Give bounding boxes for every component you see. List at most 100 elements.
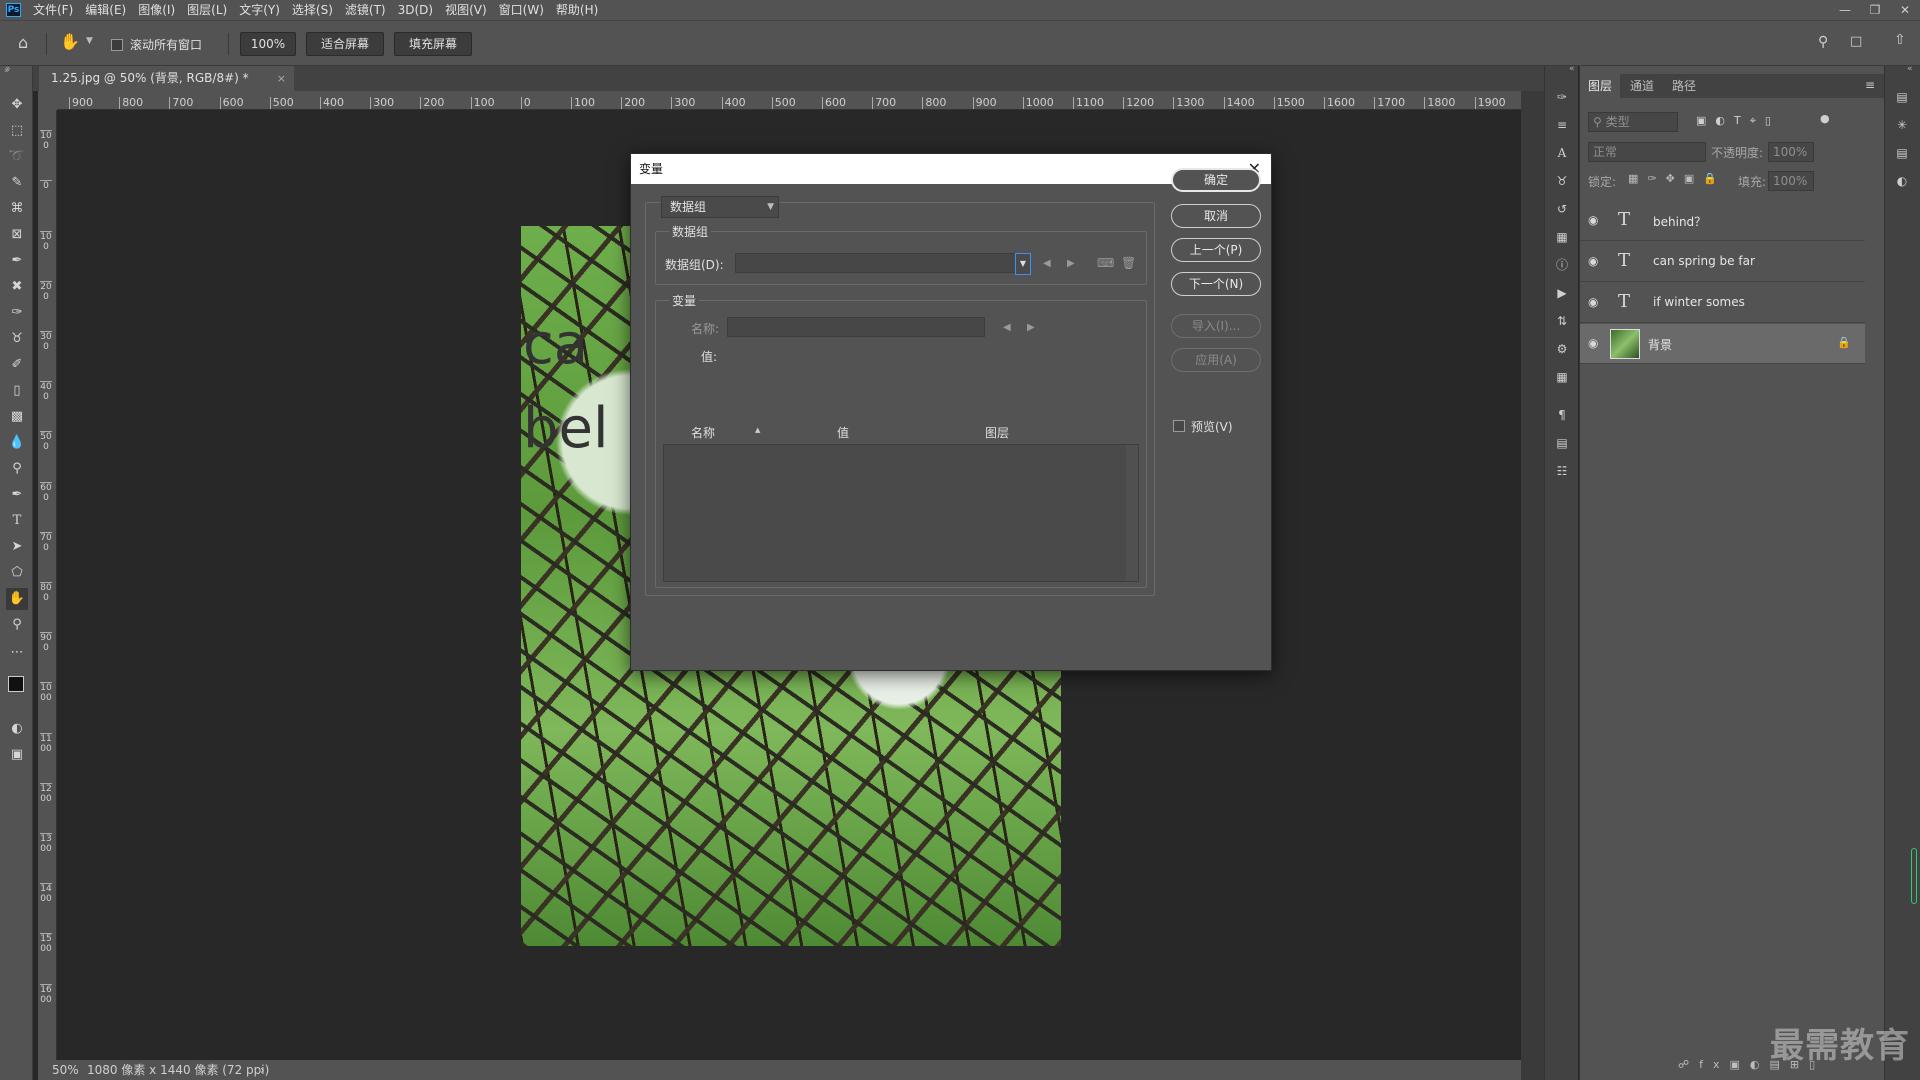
paragraph-icon[interactable]: ¶: [1553, 406, 1571, 424]
brush-tool-icon[interactable]: ✑: [6, 302, 28, 324]
prev-dataset-icon[interactable]: ◀: [1043, 258, 1051, 269]
libraries-icon[interactable]: ▤: [1893, 144, 1911, 162]
next-button[interactable]: 下一个(N): [1171, 272, 1261, 296]
restore-icon[interactable]: ❐: [1860, 0, 1890, 20]
more-tools-icon[interactable]: ⋯: [6, 642, 28, 664]
navigator-icon[interactable]: ✳: [1893, 116, 1911, 134]
visibility-eye-icon[interactable]: ◉: [1588, 295, 1598, 309]
layer-row[interactable]: ◉ T can spring be far: [1580, 242, 1865, 282]
status-zoom[interactable]: 50%: [52, 1060, 79, 1080]
home-icon[interactable]: ⌂: [18, 33, 28, 52]
visibility-eye-icon[interactable]: ◉: [1588, 213, 1598, 227]
stamp-tool-icon[interactable]: ♉: [6, 328, 28, 350]
dataset-dropdown[interactable]: [735, 253, 1025, 273]
eyedropper-tool-icon[interactable]: ✒: [6, 250, 28, 272]
tab-layers[interactable]: 图层: [1580, 74, 1621, 98]
chevron-down-icon[interactable]: ▼: [86, 36, 93, 46]
dodge-tool-icon[interactable]: ⚲: [6, 458, 28, 480]
shape-tool-icon[interactable]: ⬠: [6, 562, 28, 584]
column-header-layer[interactable]: 图层: [985, 424, 1009, 441]
path-select-tool-icon[interactable]: ➤: [6, 536, 28, 558]
histogram-icon[interactable]: ▤: [1893, 88, 1911, 106]
history-icon[interactable]: ↺: [1553, 200, 1571, 218]
collapse-icon[interactable]: »: [5, 64, 11, 74]
gradient-tool-icon[interactable]: ▩: [6, 406, 28, 428]
foreground-color-swatch[interactable]: [8, 676, 24, 692]
apply-button[interactable]: 应用(A): [1171, 348, 1261, 372]
filter-toggle-icon[interactable]: ●: [1820, 112, 1830, 125]
column-header-name[interactable]: 名称: [691, 424, 715, 441]
layer-filter-select[interactable]: ⚲ 类型: [1588, 112, 1678, 132]
lasso-tool-icon[interactable]: ➰: [6, 146, 28, 168]
pen-tool-icon[interactable]: ✒: [6, 484, 28, 506]
menu-layer[interactable]: 图层(L): [181, 0, 233, 20]
layer-row-selected[interactable]: ◉ 背景 🔒: [1580, 324, 1865, 364]
vertical-scrollbar[interactable]: [1521, 91, 1544, 1080]
zoom-tool-icon[interactable]: ⚲: [6, 614, 28, 636]
info-icon[interactable]: ⓘ: [1553, 256, 1571, 274]
brush-settings-icon[interactable]: ✑: [1553, 88, 1571, 106]
table-icon[interactable]: ▦: [1553, 368, 1571, 386]
chevron-right-icon[interactable]: ›: [260, 1060, 265, 1080]
cancel-button[interactable]: 取消: [1171, 204, 1261, 228]
quick-mask-icon[interactable]: ◐: [6, 718, 28, 740]
menu-image[interactable]: 图像(I): [132, 0, 181, 20]
hand-tool-icon[interactable]: ✋: [6, 588, 28, 610]
collapse-icon[interactable]: «: [1907, 64, 1913, 74]
vertical-ruler[interactable]: 2001000100200300400500600700800900100011…: [38, 110, 57, 1060]
save-dataset-icon[interactable]: ⌨: [1097, 256, 1114, 270]
crop-tool-icon[interactable]: ⌘: [6, 198, 28, 220]
panel-menu-icon[interactable]: ≡: [1865, 78, 1875, 92]
layer-row[interactable]: ◉ T if winter somes: [1580, 283, 1865, 323]
tab-paths[interactable]: 路径: [1664, 74, 1704, 98]
fill-screen-button[interactable]: 填充屏幕: [394, 32, 472, 56]
blend-mode-select[interactable]: 正常: [1588, 142, 1706, 162]
column-header-value[interactable]: 值: [837, 424, 849, 441]
paragraph-styles-icon[interactable]: ▤: [1553, 434, 1571, 452]
fill-input[interactable]: 100%: [1768, 171, 1814, 191]
import-button[interactable]: 导入(I)...: [1171, 314, 1261, 338]
table-scrollbar[interactable]: [1126, 445, 1138, 581]
3d-icon[interactable]: ⚙: [1553, 340, 1571, 358]
preview-checkbox[interactable]: [1173, 420, 1185, 432]
workspace-icon[interactable]: □: [1850, 34, 1862, 49]
visibility-eye-icon[interactable]: ◉: [1588, 336, 1598, 350]
next-dataset-icon[interactable]: ▶: [1067, 258, 1075, 269]
ok-button[interactable]: 确定: [1171, 168, 1261, 192]
close-window-icon[interactable]: ✕: [1890, 0, 1920, 20]
properties-icon[interactable]: ◐: [1893, 172, 1911, 190]
menu-help[interactable]: 帮助(H): [550, 0, 604, 20]
visibility-eye-icon[interactable]: ◉: [1588, 254, 1598, 268]
next-variable-icon[interactable]: ▶: [1027, 322, 1035, 333]
scroll-indicator[interactable]: [1911, 848, 1917, 904]
layer-row[interactable]: ◉ T behind？: [1580, 201, 1865, 241]
zoom-100-button[interactable]: 100%: [240, 32, 296, 56]
actions-icon[interactable]: ▶: [1553, 284, 1571, 302]
search-icon[interactable]: ⚲: [1818, 34, 1828, 50]
layer-filter-icons[interactable]: ▣◐T⌖▯: [1696, 114, 1780, 128]
layer-comps-icon[interactable]: ⇅: [1553, 312, 1571, 330]
menu-select[interactable]: 选择(S): [286, 0, 339, 20]
menu-3d[interactable]: 3D(D): [392, 0, 439, 20]
horizontal-ruler[interactable]: 900 800 700 600 500 400 300 200 100 0 100 200 300 400…: [57, 91, 1521, 110]
close-icon[interactable]: ×: [277, 66, 286, 91]
tab-channels[interactable]: 通道: [1622, 74, 1662, 98]
quick-select-tool-icon[interactable]: ✎: [6, 172, 28, 194]
adjustments-icon[interactable]: ≡: [1553, 116, 1571, 134]
lock-options-icons[interactable]: ▦✑✥▣🔒: [1628, 172, 1726, 185]
previous-button[interactable]: 上一个(P): [1171, 238, 1261, 262]
notes-icon[interactable]: ☷: [1553, 462, 1571, 480]
marquee-tool-icon[interactable]: ⬚: [6, 120, 28, 142]
blur-tool-icon[interactable]: 💧: [6, 432, 28, 454]
lock-icon[interactable]: 🔒: [1837, 336, 1851, 349]
healing-tool-icon[interactable]: ✖: [6, 276, 28, 298]
eraser-tool-icon[interactable]: ▯: [6, 380, 28, 402]
clone-source-icon[interactable]: ♉: [1553, 172, 1571, 190]
menu-filter[interactable]: 滤镜(T): [339, 0, 392, 20]
move-tool-icon[interactable]: ✥: [6, 94, 28, 116]
share-icon[interactable]: ⇧: [1894, 32, 1906, 48]
sort-ascending-icon[interactable]: ▲: [755, 426, 760, 434]
document-tab[interactable]: 1.25.jpg @ 50% (背景, RGB/8#) * ×: [39, 66, 294, 91]
character-icon[interactable]: A: [1553, 144, 1571, 162]
mode-select[interactable]: 数据组 ▼: [661, 196, 779, 218]
